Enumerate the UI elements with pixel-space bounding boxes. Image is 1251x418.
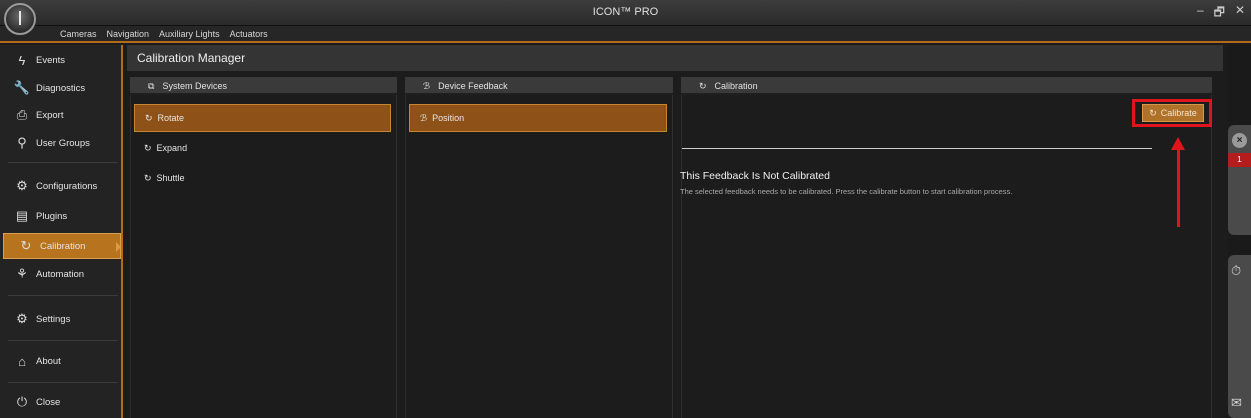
list-item-position[interactable]: ℬ Position	[409, 104, 667, 132]
window-controls: – 🗗 ✕	[1197, 3, 1245, 24]
power-icon: ⏻	[16, 394, 28, 409]
status-title: This Feedback Is Not Calibrated	[680, 170, 830, 182]
status-description: The selected feedback needs to be calibr…	[680, 187, 1013, 196]
sidebar-item-label: Events	[36, 54, 66, 66]
panel-title: System Devices	[162, 81, 227, 91]
configurations-icon: ⚙	[16, 178, 28, 193]
sidebar-item-diagnostics[interactable]: 🔧 Diagnostics	[0, 75, 121, 101]
divider	[8, 382, 118, 383]
menu-navigation[interactable]: Navigation	[107, 29, 150, 39]
device-feedback-panel: ℬ Device Feedback ℬ Position	[405, 77, 673, 418]
envelope-icon: ✉	[1231, 395, 1242, 410]
sidebar-item-about[interactable]: ⌂ About	[0, 348, 121, 374]
panel-body: ↻ Rotate ↻ Expand ↻ Shuttle	[130, 95, 397, 418]
minimize-button[interactable]: –	[1197, 3, 1204, 24]
title-bar: ICON™ PRO – 🗗 ✕	[0, 0, 1251, 26]
alert-count-badge: 1	[1228, 153, 1251, 167]
app-title: ICON™ PRO	[592, 6, 659, 18]
close-window-button[interactable]: ✕	[1235, 3, 1245, 24]
divider	[8, 340, 118, 341]
sidebar-item-label: Close	[36, 396, 61, 408]
sidebar-item-configurations[interactable]: ⚙ Configurations	[0, 173, 121, 199]
feedback-icon: ℬ	[423, 80, 431, 91]
sidebar-item-automation[interactable]: ⚘ Automation	[0, 261, 121, 287]
page-title: Calibration Manager	[127, 45, 1223, 71]
sidebar-item-user-groups[interactable]: ⚲ User Groups	[0, 130, 121, 156]
menu-actuators[interactable]: Actuators	[230, 29, 268, 39]
sidebar-item-label: Settings	[36, 313, 71, 325]
wrench-icon: 🔧	[13, 80, 31, 95]
divider	[682, 148, 1152, 149]
feedback-icon: ℬ	[420, 112, 428, 123]
annotation-arrow-shaft	[1177, 147, 1180, 227]
export-icon: ⎙	[16, 107, 28, 122]
lightning-icon: ϟ	[18, 52, 26, 68]
user-groups-icon: ⚲	[17, 135, 27, 150]
sidebar-item-label: About	[36, 355, 61, 367]
menu-bar: Cameras Navigation Auxiliary Lights Actu…	[0, 26, 1251, 43]
panel-title: Device Feedback	[438, 81, 508, 91]
rotate-icon: ↻	[144, 142, 152, 153]
sidebar: ϟ Events 🔧 Diagnostics ⎙ Export ⚲ User G…	[0, 45, 123, 418]
list-item-expand[interactable]: ↻ Expand	[134, 134, 391, 162]
panel-header: ↻ Calibration	[681, 77, 1212, 93]
sidebar-item-settings[interactable]: ⚙ Settings	[0, 306, 121, 332]
devices-icon: ⧉	[148, 80, 155, 91]
calibration-panel: ↻ Calibration ↻ Calibrate	[681, 77, 1212, 418]
sidebar-item-calibration[interactable]: ↻ Calibration	[3, 233, 121, 259]
calibration-icon: ↻	[20, 238, 32, 253]
main-content: Calibration Manager ⧉ System Devices ↻ R…	[127, 45, 1223, 418]
list-item-shuttle[interactable]: ↻ Shuttle	[134, 164, 391, 192]
automation-icon: ⚘	[16, 266, 28, 281]
divider	[8, 295, 118, 296]
restore-button[interactable]: 🗗	[1214, 3, 1225, 24]
close-circle-icon[interactable]: ×	[1232, 133, 1247, 148]
list-item-label: Shuttle	[156, 173, 185, 183]
sidebar-item-plugins[interactable]: ▤ Plugins	[0, 203, 121, 229]
sidebar-item-events[interactable]: ϟ Events	[0, 47, 121, 73]
calibration-icon: ↻	[699, 80, 707, 91]
list-item-rotate[interactable]: ↻ Rotate	[134, 104, 391, 132]
sidebar-item-label: User Groups	[36, 137, 90, 149]
app-logo-icon[interactable]	[4, 3, 36, 35]
annotation-highlight-box	[1132, 99, 1212, 127]
rotate-icon: ↻	[145, 112, 153, 123]
sidebar-item-label: Calibration	[40, 240, 86, 252]
sidebar-item-label: Plugins	[36, 210, 68, 222]
plugins-icon: ▤	[15, 208, 29, 223]
panel-body: ℬ Position	[405, 95, 673, 418]
system-devices-panel: ⧉ System Devices ↻ Rotate ↻ Expand ↻ Shu…	[130, 77, 397, 418]
settings-icon: ⚙	[16, 311, 28, 326]
about-icon: ⌂	[18, 353, 26, 369]
panel-header: ℬ Device Feedback	[405, 77, 673, 93]
app-window: ICON™ PRO – 🗗 ✕ Cameras Navigation Auxil…	[0, 0, 1251, 418]
sidebar-item-export[interactable]: ⎙ Export	[0, 102, 121, 128]
list-item-label: Position	[432, 113, 465, 123]
panel-body	[681, 95, 1212, 418]
panel-header: ⧉ System Devices	[130, 77, 397, 93]
list-item-label: Expand	[156, 143, 188, 153]
menu-auxiliary-lights[interactable]: Auxiliary Lights	[159, 29, 220, 39]
list-item-label: Rotate	[157, 113, 185, 123]
divider	[8, 162, 118, 163]
sidebar-item-label: Configurations	[36, 180, 98, 192]
sidebar-item-label: Automation	[36, 268, 85, 280]
notification-rail: × 1 ⏱ ✉	[1228, 45, 1251, 418]
stopwatch-icon: ⏱	[1231, 263, 1242, 278]
sidebar-item-label: Export	[36, 109, 64, 121]
panel-title: Calibration	[714, 81, 758, 91]
rotate-icon: ↻	[144, 172, 152, 183]
sidebar-item-label: Diagnostics	[36, 82, 86, 94]
menu-cameras[interactable]: Cameras	[60, 29, 97, 39]
sidebar-item-close[interactable]: ⏻ Close	[0, 389, 121, 415]
